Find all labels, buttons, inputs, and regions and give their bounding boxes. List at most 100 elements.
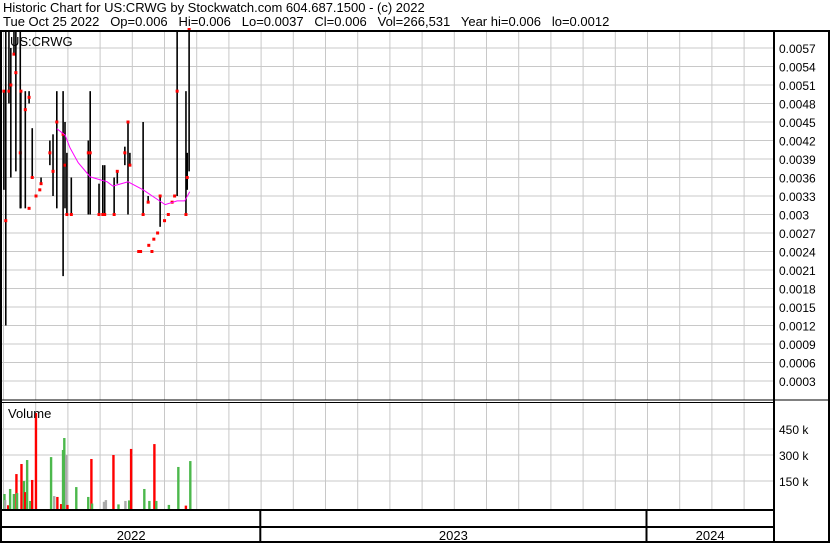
price-tick-label: 0.0012: [779, 320, 816, 334]
price-tick-label: 0.0009: [779, 338, 816, 352]
volume-bar: [34, 413, 38, 509]
close-tick: [19, 89, 23, 93]
volume-bar: [66, 504, 69, 509]
close-tick: [9, 83, 13, 87]
volume-bar: [75, 487, 78, 509]
price-point: [152, 237, 156, 241]
close-tick: [123, 151, 127, 155]
price-tick-label: 0.0018: [779, 283, 816, 297]
close-tick: [158, 194, 162, 198]
year-label-2023: 2023: [439, 528, 468, 543]
price-tick-label: 0.003: [779, 209, 809, 223]
chart-frame: [0, 30, 830, 543]
price-tick-label: 0.0045: [779, 116, 816, 130]
volume-bar: [117, 504, 120, 509]
price-point: [166, 213, 170, 216]
stock-chart: 0.0003 0.0006 0.0009 0.0012 0.0015 0.0018 0.00…: [0, 28, 830, 543]
price-point: [150, 250, 154, 253]
close-tick: [112, 213, 116, 216]
close-tick: [4, 219, 8, 223]
close-tick: [51, 169, 55, 173]
volume-bar: [129, 448, 133, 509]
close-tick: [39, 182, 43, 186]
price-tick-label: 0.0003: [779, 375, 816, 389]
close-tick: [141, 213, 145, 216]
year-label-2022: 2022: [117, 528, 146, 543]
close-tick: [48, 151, 52, 155]
volume-bar: [90, 503, 94, 509]
volume-bar: [53, 496, 56, 509]
volume-bar: [8, 488, 12, 509]
volume-bar: [148, 500, 151, 509]
symbol-label: US:CRWG: [10, 34, 73, 49]
volume-bar: [30, 479, 34, 509]
price-point: [27, 206, 31, 210]
price-tick-label: 0.0054: [779, 61, 816, 75]
close-tick: [2, 89, 6, 93]
close-tick: [185, 176, 189, 179]
volume-bar: [25, 460, 29, 509]
volume-bar: [189, 461, 192, 509]
volume-bar: [20, 464, 23, 509]
close-tick: [65, 213, 69, 216]
outer-border: [0, 30, 830, 543]
close-tick: [88, 151, 92, 155]
close-tick: [175, 89, 179, 93]
price-tick-label: 0.0039: [779, 153, 816, 167]
close-tick: [69, 213, 73, 216]
price-tick-label: 0.0057: [779, 42, 816, 56]
close-tick: [126, 120, 130, 124]
price-tick-label: 0.0036: [779, 172, 816, 186]
volume-bar: [87, 496, 90, 509]
close-tick: [23, 108, 27, 112]
price-points: [27, 188, 177, 253]
volume-bar: [155, 500, 158, 509]
volume-bar: [143, 488, 146, 509]
close-tick: [55, 120, 59, 124]
volume-bar: [153, 444, 156, 509]
close-tick: [115, 169, 119, 173]
price-point: [173, 194, 177, 198]
close-tick: [12, 52, 16, 56]
volume-label: Volume: [8, 406, 51, 421]
volume-tick-label: 150 k: [779, 475, 809, 489]
close-tick: [103, 213, 107, 216]
close-tick: [27, 95, 31, 99]
close-tick: [128, 163, 132, 167]
price-tick-label: 0.0051: [779, 79, 816, 93]
close-tick: [7, 89, 11, 93]
price-tick-label: 0.0021: [779, 264, 816, 278]
close-tick: [14, 71, 18, 75]
price-bars: [2, 28, 191, 326]
volume-tick-label: 450 k: [779, 423, 809, 437]
close-tick: [63, 163, 67, 167]
volume-bar: [167, 504, 171, 509]
volume-bar: [104, 500, 108, 509]
price-point: [163, 219, 167, 223]
price-tick-label: 0.0048: [779, 98, 816, 112]
price-tick-label: 0.0042: [779, 135, 816, 149]
volume-bar: [177, 466, 180, 509]
price-tick-label: 0.0006: [779, 357, 816, 371]
price-point: [147, 243, 151, 247]
price-point: [156, 231, 160, 235]
price-tick-label: 0.0015: [779, 301, 816, 315]
year-label-2024: 2024: [696, 528, 725, 543]
close-tick: [184, 213, 188, 216]
volume-bar: [90, 458, 93, 509]
close-tick: [97, 213, 101, 216]
volume-bar: [3, 500, 7, 509]
volume-bar: [124, 500, 127, 509]
volume-bar: [15, 493, 19, 509]
volume-bars: [3, 413, 192, 509]
price-tick-label: 0.0033: [779, 190, 816, 204]
close-tick: [30, 176, 34, 179]
price-tick-label: 0.0027: [779, 227, 816, 241]
price-point: [38, 188, 42, 192]
volume-tick-label: 300 k: [779, 449, 809, 463]
price-tick-label: 0.0024: [779, 246, 816, 260]
close-tick: [146, 200, 150, 204]
volume-bar: [49, 457, 53, 509]
volume-bar: [112, 455, 115, 509]
axis-labels: 0.0003 0.0006 0.0009 0.0012 0.0015 0.0018 0.00…: [117, 42, 816, 543]
